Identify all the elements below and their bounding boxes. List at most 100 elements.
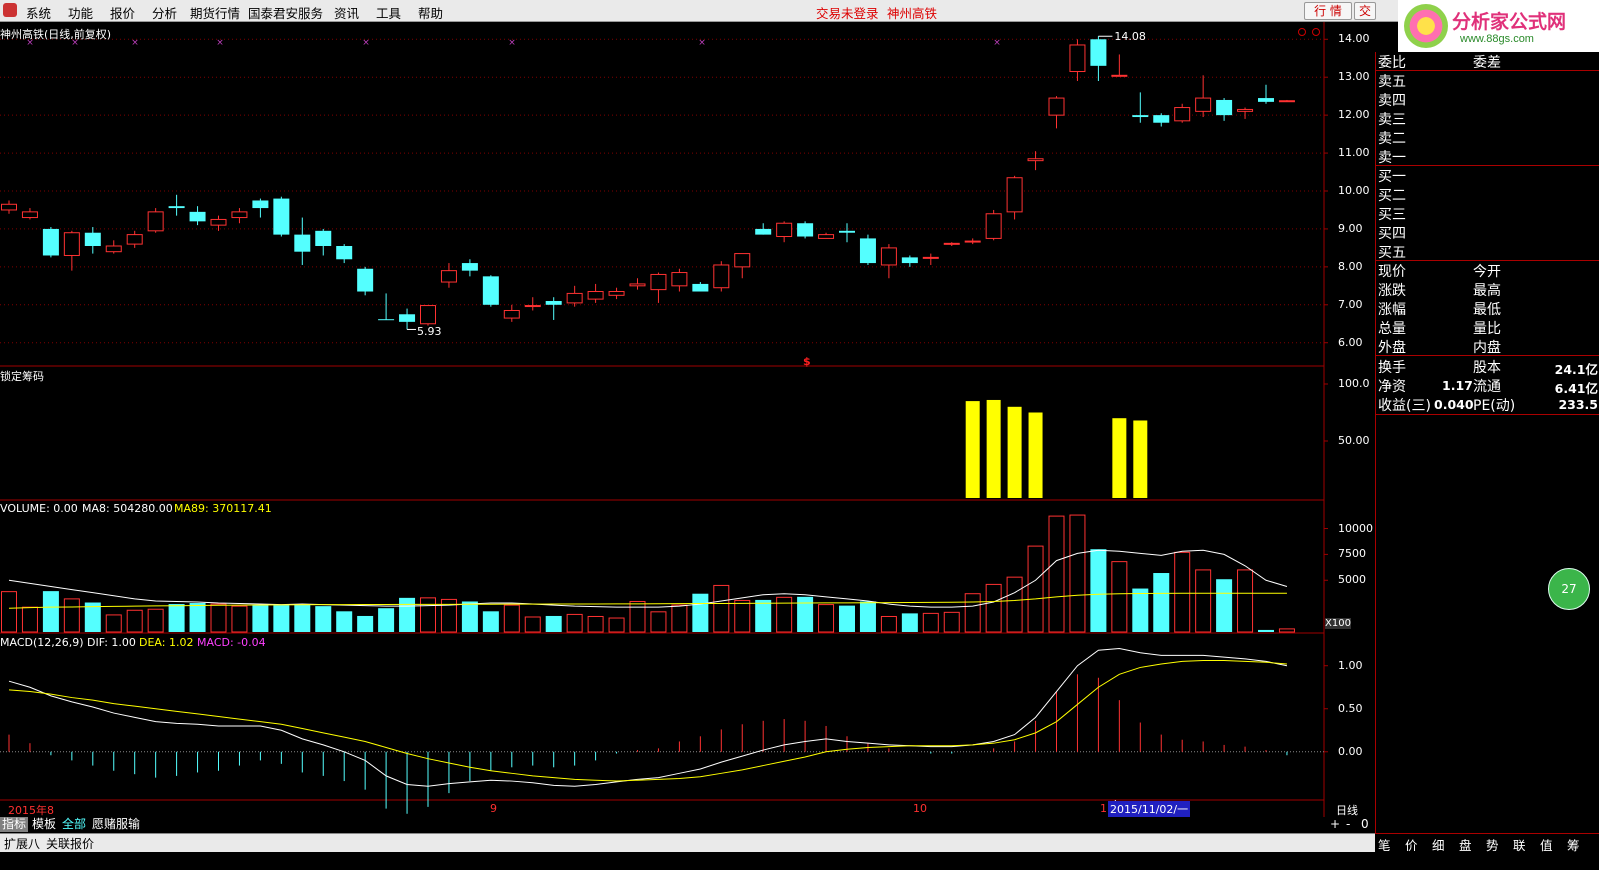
candle-body: [1027, 158, 1044, 162]
login-status[interactable]: 交易未登录: [816, 3, 879, 22]
float-green-button[interactable]: 27: [1548, 568, 1590, 610]
menu-help[interactable]: 帮助: [418, 3, 443, 22]
candle-body: [336, 246, 353, 260]
volume-bar: [692, 593, 709, 632]
top-x-marker: ×: [698, 38, 706, 48]
volume-bar: [1195, 569, 1212, 633]
candle-body: [692, 283, 709, 292]
volume-bar: [1111, 561, 1128, 633]
tab-value[interactable]: 值: [1540, 835, 1553, 854]
volume-bar: [21, 606, 38, 633]
tab-chips[interactable]: 筹: [1567, 835, 1580, 854]
volume-bar: [294, 604, 311, 632]
candle-body: [964, 240, 981, 243]
volume-bar: [1006, 576, 1023, 633]
volume-bar: [231, 605, 248, 633]
app-icon[interactable]: [3, 3, 17, 17]
tab-price[interactable]: 价: [1405, 835, 1418, 854]
sell-1-label: 卖一: [1378, 150, 1406, 166]
menu-tools[interactable]: 工具: [376, 3, 401, 22]
candle-body: [859, 238, 876, 264]
volume-ma8: MA8: 504280.00: [82, 502, 173, 515]
candle-body: [1006, 177, 1023, 213]
trade-button[interactable]: 交: [1354, 2, 1376, 20]
change-pct-label: 涨幅: [1378, 302, 1406, 318]
volume-bar: [482, 611, 499, 632]
menu-analysis[interactable]: 分析: [152, 3, 177, 22]
tab-tick[interactable]: 笔: [1378, 835, 1391, 854]
candle-body: [1090, 39, 1107, 66]
candle-body: [315, 230, 332, 246]
eps-label: 收益(三): [1378, 398, 1431, 414]
volume-bar: [922, 612, 939, 633]
menu-news[interactable]: 资讯: [334, 3, 359, 22]
buy-4-label: 买四: [1378, 226, 1406, 242]
volume-bar: [608, 617, 625, 633]
lock-chip-bar: [1007, 406, 1022, 498]
volume-bar: [713, 584, 730, 633]
zoom-reset-button[interactable]: 0: [1359, 817, 1371, 832]
volume-ratio-label: 量比: [1473, 321, 1501, 337]
volume-bar: [1, 591, 17, 633]
candle-body: [63, 232, 80, 256]
market-button[interactable]: 行 情: [1304, 2, 1352, 20]
period-label[interactable]: 日线: [1336, 802, 1358, 818]
candle-body: [818, 234, 835, 239]
open-label: 今开: [1473, 264, 1501, 280]
candle-body: [1069, 44, 1086, 73]
tab-order-book[interactable]: 盘: [1459, 835, 1472, 854]
zoom-in-button[interactable]: +: [1328, 817, 1342, 832]
candle-body: [210, 218, 227, 226]
macd-axis-label: 0.00: [1338, 744, 1363, 758]
tab-trend[interactable]: 势: [1486, 835, 1499, 854]
menu-function[interactable]: 功能: [68, 3, 93, 22]
volume-bar: [273, 605, 290, 632]
volume-bar: [189, 603, 206, 632]
low-price-label: 5.93: [417, 325, 442, 339]
tab-detail[interactable]: 细: [1432, 835, 1445, 854]
status-expand[interactable]: 扩展八: [4, 835, 40, 852]
volume-bar: [880, 615, 897, 633]
menu-system[interactable]: 系统: [26, 3, 51, 22]
current-price-label: 现价: [1378, 264, 1406, 280]
candle-body: [1237, 108, 1254, 112]
volume-bar: [671, 604, 688, 633]
top-x-marker: ×: [131, 38, 139, 48]
tab-custom[interactable]: 愿赌服输: [90, 817, 142, 832]
menu-quote[interactable]: 报价: [110, 3, 135, 22]
zoom-out-button[interactable]: -: [1344, 817, 1352, 832]
lock-chip-bar: [986, 399, 1001, 498]
candle-body: [252, 200, 269, 209]
volume-bar: [1237, 569, 1254, 633]
macd-title: MACD(12,26,9): [0, 636, 84, 649]
net-asset-value: 1.17: [1442, 378, 1473, 393]
top-x-marker: ×: [508, 38, 516, 48]
turnover-label: 换手: [1378, 360, 1406, 376]
candle-body: [839, 230, 855, 233]
macd-axis-label: 1.00: [1338, 658, 1363, 672]
tab-linked[interactable]: 联: [1513, 835, 1526, 854]
candle-body: [671, 272, 688, 287]
stock-chart[interactable]: × × × × × × × ×: [0, 22, 1375, 817]
candle-body: [168, 206, 185, 209]
menu-broker-service[interactable]: 国泰君安服务: [248, 3, 323, 22]
candle-body: [650, 273, 667, 291]
volume-axis-label: 7500: [1338, 547, 1366, 561]
candle-body: [587, 291, 604, 300]
status-related-quote[interactable]: 关联报价: [46, 835, 94, 852]
tab-template[interactable]: 模板: [30, 817, 58, 832]
lock-chip-bar: [965, 401, 980, 498]
low-label: 最低: [1473, 302, 1501, 318]
candle-body: [378, 319, 395, 321]
volume-bar: [901, 613, 918, 632]
volume-bar: [943, 611, 960, 633]
candle-body: [1, 203, 17, 211]
tab-all[interactable]: 全部: [60, 817, 88, 832]
candle-body: [273, 198, 290, 235]
price-axis-label: 12.00: [1338, 108, 1370, 122]
tab-indicator[interactable]: 指标: [0, 817, 29, 832]
candle-body: [84, 232, 101, 246]
volume-bar: [1132, 588, 1149, 632]
menu-futures[interactable]: 期货行情: [190, 3, 240, 22]
candle-body: [1278, 100, 1295, 103]
